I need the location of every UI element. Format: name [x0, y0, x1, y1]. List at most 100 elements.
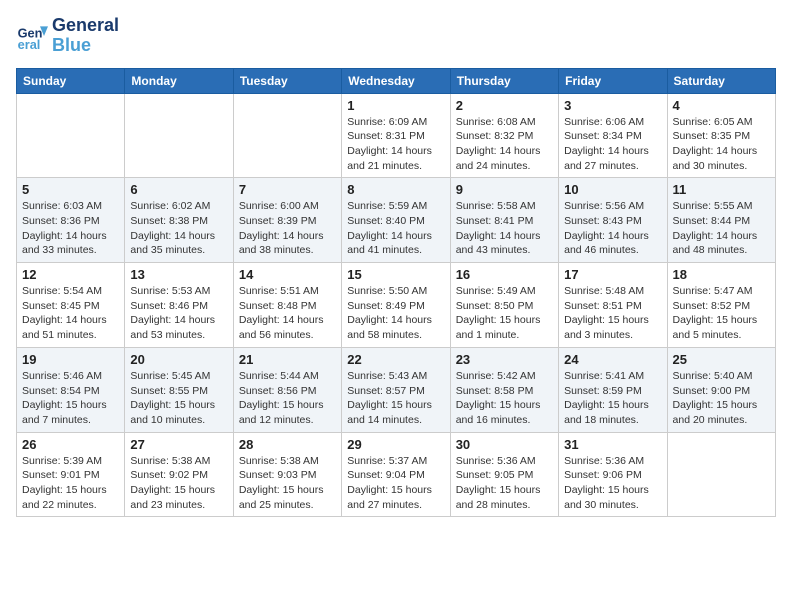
- day-info: Sunrise: 5:59 AM Sunset: 8:40 PM Dayligh…: [347, 199, 444, 258]
- day-number: 11: [673, 182, 770, 197]
- calendar-cell: 29 Sunrise: 5:37 AM Sunset: 9:04 PM Dayli…: [342, 432, 450, 517]
- day-number: 6: [130, 182, 227, 197]
- calendar-cell: 24 Sunrise: 5:41 AM Sunset: 8:59 PM Dayli…: [559, 347, 667, 432]
- day-info: Sunrise: 5:41 AM Sunset: 8:59 PM Dayligh…: [564, 369, 661, 428]
- calendar-cell: 21 Sunrise: 5:44 AM Sunset: 8:56 PM Dayli…: [233, 347, 341, 432]
- week-row-2: 5 Sunrise: 6:03 AM Sunset: 8:36 PM Daylig…: [17, 178, 776, 263]
- day-number: 12: [22, 267, 119, 282]
- calendar-cell: 5 Sunrise: 6:03 AM Sunset: 8:36 PM Daylig…: [17, 178, 125, 263]
- day-info: Sunrise: 5:42 AM Sunset: 8:58 PM Dayligh…: [456, 369, 553, 428]
- day-info: Sunrise: 6:00 AM Sunset: 8:39 PM Dayligh…: [239, 199, 336, 258]
- day-info: Sunrise: 5:55 AM Sunset: 8:44 PM Dayligh…: [673, 199, 770, 258]
- logo-line1: General: [52, 16, 119, 36]
- calendar-cell: 3 Sunrise: 6:06 AM Sunset: 8:34 PM Daylig…: [559, 93, 667, 178]
- calendar-cell: 20Sunrise: 5:45 AM Sunset: 8:55 PM Dayli…: [125, 347, 233, 432]
- day-info: Sunrise: 5:39 AM Sunset: 9:01 PM Dayligh…: [22, 454, 119, 513]
- day-info: Sunrise: 5:51 AM Sunset: 8:48 PM Dayligh…: [239, 284, 336, 343]
- day-number: 16: [456, 267, 553, 282]
- calendar-cell: 10 Sunrise: 5:56 AM Sunset: 8:43 PM Dayli…: [559, 178, 667, 263]
- day-info: Sunrise: 5:50 AM Sunset: 8:49 PM Dayligh…: [347, 284, 444, 343]
- day-number: 29: [347, 437, 444, 452]
- day-info: Sunrise: 5:36 AM Sunset: 9:06 PM Dayligh…: [564, 454, 661, 513]
- calendar-cell: 22 Sunrise: 5:43 AM Sunset: 8:57 PM Dayli…: [342, 347, 450, 432]
- weekday-sunday: Sunday: [17, 68, 125, 93]
- week-row-5: 26Sunrise: 5:39 AM Sunset: 9:01 PM Dayli…: [17, 432, 776, 517]
- calendar-cell: 31 Sunrise: 5:36 AM Sunset: 9:06 PM Dayli…: [559, 432, 667, 517]
- day-number: 18: [673, 267, 770, 282]
- week-row-4: 19 Sunrise: 5:46 AM Sunset: 8:54 PM Dayli…: [17, 347, 776, 432]
- day-number: 20: [130, 352, 227, 367]
- day-info: Sunrise: 5:44 AM Sunset: 8:56 PM Dayligh…: [239, 369, 336, 428]
- calendar-cell: 2 Sunrise: 6:08 AM Sunset: 8:32 PM Daylig…: [450, 93, 558, 178]
- day-info: Sunrise: 5:38 AM Sunset: 9:03 PM Dayligh…: [239, 454, 336, 513]
- calendar-cell: 13 Sunrise: 5:53 AM Sunset: 8:46 PM Dayli…: [125, 263, 233, 348]
- calendar-cell: 1Sunrise: 6:09 AM Sunset: 8:31 PM Daylig…: [342, 93, 450, 178]
- day-number: 4: [673, 98, 770, 113]
- calendar-cell: 30 Sunrise: 5:36 AM Sunset: 9:05 PM Dayli…: [450, 432, 558, 517]
- day-number: 31: [564, 437, 661, 452]
- day-info: Sunrise: 6:02 AM Sunset: 8:38 PM Dayligh…: [130, 199, 227, 258]
- day-info: Sunrise: 5:38 AM Sunset: 9:02 PM Dayligh…: [130, 454, 227, 513]
- day-number: 17: [564, 267, 661, 282]
- weekday-friday: Friday: [559, 68, 667, 93]
- day-info: Sunrise: 5:49 AM Sunset: 8:50 PM Dayligh…: [456, 284, 553, 343]
- day-info: Sunrise: 6:06 AM Sunset: 8:34 PM Dayligh…: [564, 115, 661, 174]
- calendar-cell: 4 Sunrise: 6:05 AM Sunset: 8:35 PM Daylig…: [667, 93, 775, 178]
- day-info: Sunrise: 6:05 AM Sunset: 8:35 PM Dayligh…: [673, 115, 770, 174]
- calendar-cell: 28 Sunrise: 5:38 AM Sunset: 9:03 PM Dayli…: [233, 432, 341, 517]
- calendar-cell: 25Sunrise: 5:40 AM Sunset: 9:00 PM Dayli…: [667, 347, 775, 432]
- weekday-monday: Monday: [125, 68, 233, 93]
- weekday-saturday: Saturday: [667, 68, 775, 93]
- calendar-cell: 9Sunrise: 5:58 AM Sunset: 8:41 PM Daylig…: [450, 178, 558, 263]
- weekday-thursday: Thursday: [450, 68, 558, 93]
- calendar-cell: 23Sunrise: 5:42 AM Sunset: 8:58 PM Dayli…: [450, 347, 558, 432]
- calendar-cell: 27 Sunrise: 5:38 AM Sunset: 9:02 PM Dayli…: [125, 432, 233, 517]
- day-info: Sunrise: 5:58 AM Sunset: 8:41 PM Dayligh…: [456, 199, 553, 258]
- calendar-cell: [17, 93, 125, 178]
- day-number: 24: [564, 352, 661, 367]
- logo-icon: Gen eral: [16, 20, 48, 52]
- day-number: 7: [239, 182, 336, 197]
- calendar-cell: 8 Sunrise: 5:59 AM Sunset: 8:40 PM Daylig…: [342, 178, 450, 263]
- day-number: 19: [22, 352, 119, 367]
- day-info: Sunrise: 5:46 AM Sunset: 8:54 PM Dayligh…: [22, 369, 119, 428]
- day-number: 5: [22, 182, 119, 197]
- week-row-1: 1Sunrise: 6:09 AM Sunset: 8:31 PM Daylig…: [17, 93, 776, 178]
- day-info: Sunrise: 5:36 AM Sunset: 9:05 PM Dayligh…: [456, 454, 553, 513]
- calendar-cell: 26Sunrise: 5:39 AM Sunset: 9:01 PM Dayli…: [17, 432, 125, 517]
- weekday-tuesday: Tuesday: [233, 68, 341, 93]
- day-number: 27: [130, 437, 227, 452]
- weekday-header-row: SundayMondayTuesdayWednesdayThursdayFrid…: [17, 68, 776, 93]
- calendar-cell: 14Sunrise: 5:51 AM Sunset: 8:48 PM Dayli…: [233, 263, 341, 348]
- calendar-cell: 15 Sunrise: 5:50 AM Sunset: 8:49 PM Dayli…: [342, 263, 450, 348]
- day-number: 13: [130, 267, 227, 282]
- day-number: 30: [456, 437, 553, 452]
- weekday-wednesday: Wednesday: [342, 68, 450, 93]
- day-number: 3: [564, 98, 661, 113]
- day-info: Sunrise: 5:53 AM Sunset: 8:46 PM Dayligh…: [130, 284, 227, 343]
- day-info: Sunrise: 5:54 AM Sunset: 8:45 PM Dayligh…: [22, 284, 119, 343]
- day-info: Sunrise: 6:09 AM Sunset: 8:31 PM Dayligh…: [347, 115, 444, 174]
- calendar-cell: [233, 93, 341, 178]
- week-row-3: 12 Sunrise: 5:54 AM Sunset: 8:45 PM Dayli…: [17, 263, 776, 348]
- day-info: Sunrise: 6:08 AM Sunset: 8:32 PM Dayligh…: [456, 115, 553, 174]
- day-number: 22: [347, 352, 444, 367]
- day-number: 28: [239, 437, 336, 452]
- calendar-cell: 19 Sunrise: 5:46 AM Sunset: 8:54 PM Dayli…: [17, 347, 125, 432]
- logo: Gen eral General Blue: [16, 16, 119, 56]
- day-info: Sunrise: 5:37 AM Sunset: 9:04 PM Dayligh…: [347, 454, 444, 513]
- day-number: 8: [347, 182, 444, 197]
- day-info: Sunrise: 5:43 AM Sunset: 8:57 PM Dayligh…: [347, 369, 444, 428]
- day-number: 2: [456, 98, 553, 113]
- calendar-cell: [667, 432, 775, 517]
- day-number: 15: [347, 267, 444, 282]
- day-info: Sunrise: 5:48 AM Sunset: 8:51 PM Dayligh…: [564, 284, 661, 343]
- day-info: Sunrise: 5:56 AM Sunset: 8:43 PM Dayligh…: [564, 199, 661, 258]
- day-info: Sunrise: 6:03 AM Sunset: 8:36 PM Dayligh…: [22, 199, 119, 258]
- day-number: 21: [239, 352, 336, 367]
- day-info: Sunrise: 5:47 AM Sunset: 8:52 PM Dayligh…: [673, 284, 770, 343]
- calendar-cell: 11 Sunrise: 5:55 AM Sunset: 8:44 PM Dayli…: [667, 178, 775, 263]
- calendar-table: SundayMondayTuesdayWednesdayThursdayFrid…: [16, 68, 776, 518]
- day-number: 10: [564, 182, 661, 197]
- calendar-cell: 12 Sunrise: 5:54 AM Sunset: 8:45 PM Dayli…: [17, 263, 125, 348]
